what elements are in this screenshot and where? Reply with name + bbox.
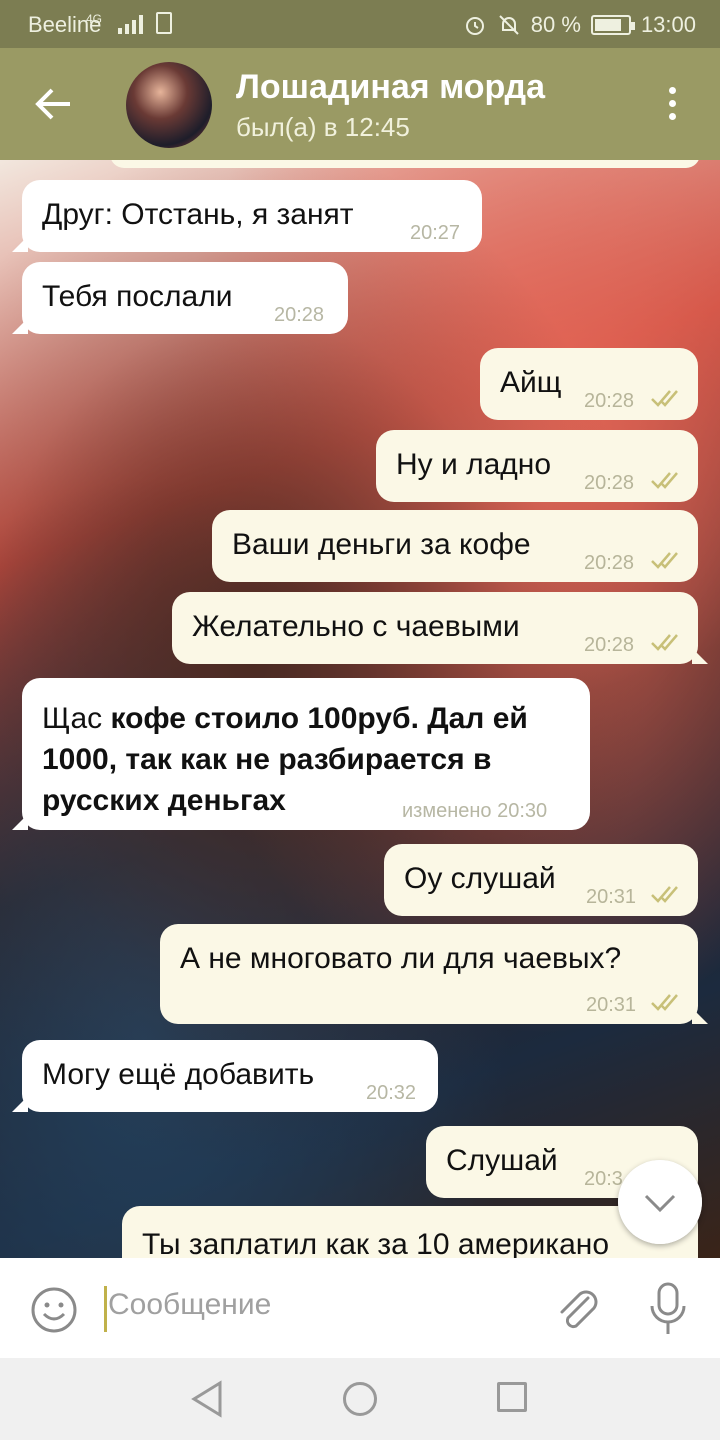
system-nav-bar [0,1358,720,1440]
message-time: 20:31 [586,886,637,908]
emoji-icon[interactable] [30,1286,78,1334]
message-time: 20:28 [584,552,635,574]
nav-home-icon[interactable] [343,1382,377,1416]
message-text: Друг: Отстань, я занят [42,198,354,231]
message-bubble[interactable]: Тебя послали 20:28 [12,262,348,334]
battery-icon [590,15,635,35]
message-text: Ты заплатил как за 10 американо [142,1228,610,1258]
message-time: 20:3 [584,1168,623,1190]
message-text-plain: Щас [42,702,111,735]
chevron-down-icon[interactable] [618,1160,702,1244]
last-seen-status: был(а) в 12:45 [236,112,410,142]
message-bubble[interactable]: Щас кофе стоило 100руб. Дал ей 1000, так… [12,678,590,830]
message-text: Слушай [446,1144,558,1177]
message-time: 20:28 [584,472,635,494]
message-text: Ну и ладно [396,448,552,481]
message-text: Желательно с чаевыми [192,610,520,643]
battery-fill [594,19,621,31]
text-caret [104,1286,107,1332]
message-text: Ваши деньги за кофе [232,528,531,561]
double-check-icon [651,994,678,1011]
double-check-icon [651,552,678,569]
message-bubble[interactable]: Ну и ладно 20:28 [376,430,698,502]
chat-header: Лошадиная морда был(а) в 12:45 [0,48,720,160]
message-bubble[interactable]: Друг: Отстань, я занят 20:27 [12,180,482,252]
double-check-icon [651,472,678,489]
message-time: 20:28 [584,390,635,412]
message-bubble[interactable]: Оу слушай 20:31 [384,844,698,916]
message-input-bar: Сообщение [0,1258,720,1358]
sim-icon [156,12,172,34]
mute-icon [499,15,519,35]
message-bubble[interactable]: Ваши деньги за кофе 20:28 [212,510,698,582]
message-time: 20:28 [584,634,635,656]
message-time: 20:31 [586,994,637,1016]
message-bubble[interactable]: А не многовато ли для чаевых? 20:31 [160,924,708,1024]
message-input[interactable]: Сообщение [108,1288,271,1322]
message-text: Тебя послали [42,280,233,313]
message-text-bold: кофе стоило 100руб. Дал ей [110,702,528,735]
chat-title[interactable]: Лошадиная морда [236,68,545,107]
clock: 13:00 [640,12,696,37]
more-vert-icon[interactable] [660,84,684,124]
message-text-bold: 1000, так как не разбирается в [42,743,492,776]
avatar[interactable] [126,62,212,148]
back-arrow-icon[interactable] [30,82,78,126]
message-text: Оу слушай [404,862,556,895]
message-time-edited: изменено 20:30 [402,800,548,822]
status-bar: Beeline 4G 80 % 13:00 [0,0,720,48]
message-bubble[interactable]: Могу ещё добавить 20:32 [12,1040,438,1112]
chat-area[interactable]: Друг: Отстань, я занят 20:27 Тебя послал… [0,160,720,1258]
message-bubble[interactable]: Ты заплатил как за 10 американо [122,1206,698,1258]
message-text: Айщ [500,366,562,399]
message-bubble[interactable]: Айщ 20:28 [480,348,698,420]
nav-back-icon[interactable] [190,1380,224,1418]
signal-icon [118,15,143,34]
network-type: 4G [86,12,103,26]
message-text: Могу ещё добавить [42,1058,315,1091]
message-time: 20:32 [366,1082,417,1104]
battery-percent: 80 % [530,12,581,37]
message-bubble-partial[interactable] [110,160,700,168]
message-time: 20:27 [410,222,461,244]
double-check-icon [651,390,678,407]
alarm-icon [465,17,484,35]
message-time: 20:28 [274,304,325,326]
message-bubble[interactable]: Желательно с чаевыми 20:28 [172,592,708,664]
mic-icon[interactable] [646,1280,690,1338]
nav-recent-icon[interactable] [497,1382,527,1412]
double-check-icon [651,634,678,651]
message-text: А не многовато ли для чаевых? [180,942,622,975]
attach-icon[interactable] [552,1284,600,1334]
double-check-icon [651,886,678,903]
